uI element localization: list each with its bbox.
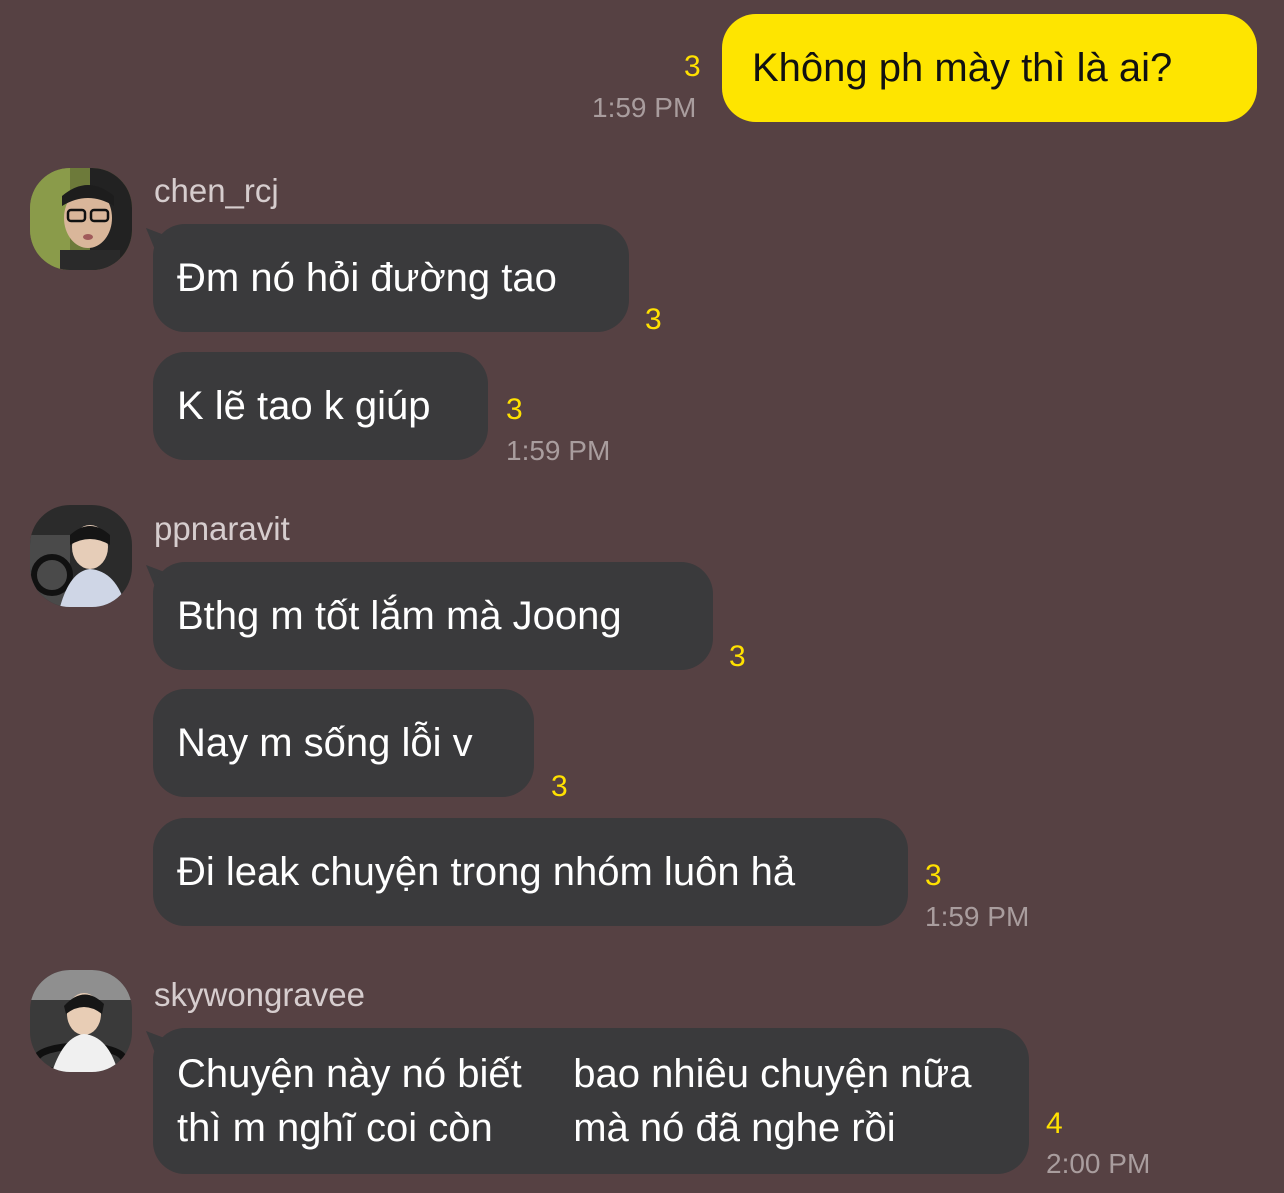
timestamp: 1:59 PM [925,901,1030,932]
timestamp: 2:00 PM [1046,1148,1151,1179]
timestamp: 1:59 PM [592,92,697,123]
incoming-message-bubble[interactable]: Đi leak chuyện trong nhóm luôn hả [153,818,908,926]
outgoing-message-bubble[interactable]: Không ph mày thì là ai? [722,14,1257,122]
unread-count: 4 [1046,1107,1063,1140]
unread-count: 3 [645,303,662,336]
incoming-message-bubble[interactable]: Đm nó hỏi đường tao [153,224,629,332]
avatar-image [30,505,132,607]
avatar-chen-rcj[interactable] [30,168,132,270]
avatar-image [30,970,132,1072]
message-text: Đm nó hỏi đường tao [177,256,557,300]
message-text: Nay m sống lỗi v [177,721,473,765]
sender-name: skywongravee [154,976,365,1013]
message-text: Bthg m tốt lắm mà Joong [177,594,622,638]
incoming-message-bubble[interactable]: K lẽ tao k giúp [153,352,488,460]
timestamp: 1:59 PM [506,435,611,466]
message-text: Đi leak chuyện trong nhóm luôn hả [177,850,796,894]
sender-name: ppnaravit [154,510,290,547]
avatar-image [30,168,132,270]
message-text: K lẽ tao k giúp [177,384,431,428]
unread-count: 3 [684,50,701,83]
message-text-line: bao nhiêu chuyện nữa mà nó đã nghe rồi [573,1052,972,1150]
incoming-message-bubble[interactable]: Nay m sống lỗi v [153,689,534,797]
unread-count: 3 [925,859,942,892]
avatar-skywongravee[interactable] [30,970,132,1072]
unread-count: 3 [729,640,746,673]
unread-count: 3 [551,770,568,803]
unread-count: 3 [506,393,523,426]
incoming-message-bubble[interactable]: Chuyện này nó biết thì m nghĩ coi còn ba… [153,1028,1029,1174]
avatar-ppnaravit[interactable] [30,505,132,607]
message-text-line: Chuyện này nó biết thì m nghĩ coi còn [177,1052,522,1150]
message-text: Không ph mày thì là ai? [752,46,1173,90]
incoming-message-bubble[interactable]: Bthg m tốt lắm mà Joong [153,562,713,670]
sender-name: chen_rcj [154,172,279,209]
